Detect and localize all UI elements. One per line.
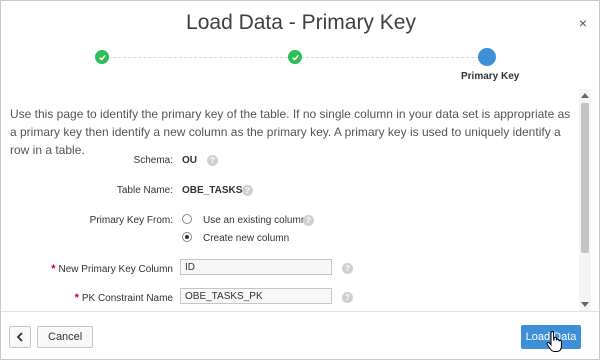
required-marker: * <box>74 292 79 304</box>
radio-create-new-column-label[interactable]: Create new column <box>203 233 289 244</box>
dialog-title: Load Data - Primary Key <box>186 11 416 34</box>
wizard-progress: Primary Key <box>1 41 599 91</box>
step-current-indicator <box>478 48 496 66</box>
scroll-up-arrow-icon[interactable] <box>581 93 589 98</box>
hand-cursor-icon <box>546 331 562 352</box>
close-icon[interactable]: × <box>579 15 587 31</box>
new-pk-column-input[interactable] <box>180 259 332 275</box>
radio-use-existing-column-label[interactable]: Use an existing column <box>203 215 306 226</box>
radio-create-new-column[interactable] <box>182 232 192 242</box>
load-data-dialog: Load Data - Primary Key × Primary Key Us… <box>0 0 600 360</box>
pk-constraint-label-text: PK Constraint Name <box>81 293 173 304</box>
primary-key-from-row: Primary Key From: Use an existing column… <box>1 211 579 255</box>
help-icon[interactable]: ? <box>342 292 353 303</box>
help-icon[interactable]: ? <box>242 185 253 196</box>
table-name-row: Table Name: OBE_TASKS ? <box>1 181 579 203</box>
pk-constraint-row: *PK Constraint Name ? <box>1 288 579 307</box>
help-icon[interactable]: ? <box>207 155 218 166</box>
scrollbar-thumb[interactable] <box>581 103 589 253</box>
table-name-value: OBE_TASKS <box>182 185 243 196</box>
step-label-primary-key: Primary Key <box>461 71 520 82</box>
step-complete-check-icon <box>95 50 109 64</box>
radio-use-existing-column[interactable] <box>182 214 192 224</box>
schema-row: Schema: OU ? <box>1 151 579 173</box>
pk-constraint-input[interactable] <box>180 288 332 304</box>
schema-label: Schema: <box>133 155 173 166</box>
wizard-connector <box>108 57 288 58</box>
wizard-connector <box>301 57 479 58</box>
pk-constraint-label: * PK Constraint Name <box>75 292 173 304</box>
schema-value: OU <box>182 155 197 166</box>
cancel-button[interactable]: Cancel <box>37 326 94 348</box>
chevron-left-icon <box>16 332 23 342</box>
scroll-down-arrow-icon[interactable] <box>581 302 589 307</box>
new-pk-column-row: *New Primary Key Column ? <box>1 259 579 281</box>
vertical-scrollbar[interactable] <box>579 89 591 311</box>
table-name-label: Table Name: <box>116 185 173 196</box>
help-icon[interactable]: ? <box>303 215 314 226</box>
primary-key-from-label: Primary Key From: <box>89 215 173 226</box>
step-complete-check-icon <box>288 50 302 64</box>
new-pk-column-label-text: New Primary Key Column <box>58 264 173 275</box>
required-marker: * <box>51 263 56 275</box>
help-icon[interactable]: ? <box>342 263 353 274</box>
new-pk-column-label: * New Primary Key Column <box>51 263 173 275</box>
dialog-footer: Cancel Load Data <box>1 311 599 359</box>
dialog-body: Use this page to identify the primary ke… <box>1 93 579 307</box>
back-button[interactable] <box>9 326 31 348</box>
